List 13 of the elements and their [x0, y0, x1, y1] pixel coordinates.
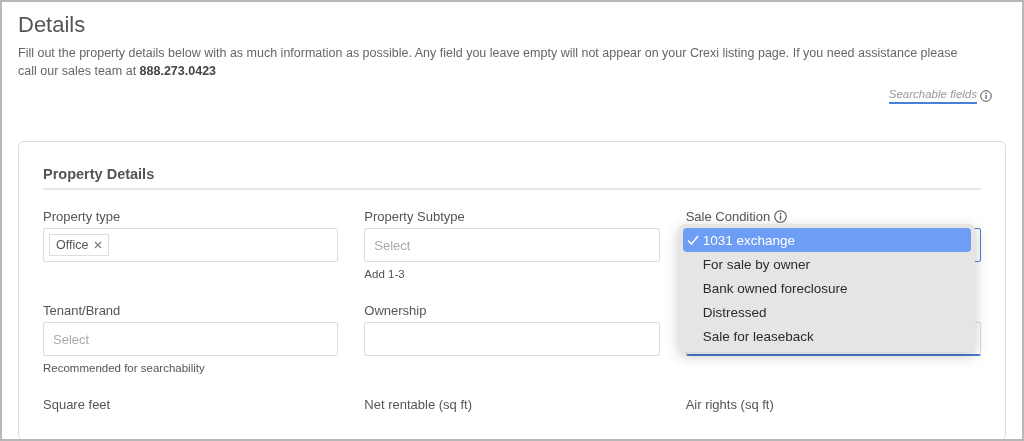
helper-text: Recommended for searchability	[43, 362, 206, 374]
field-label: Property type	[43, 208, 121, 224]
page-title: Details	[18, 11, 87, 39]
helper-text: Add 1-3	[364, 268, 406, 280]
field-label: Tenant/Brand	[43, 302, 121, 318]
field-label: Air rights (sq ft)	[685, 396, 774, 412]
description-text: Fill out the property details below with as much information as possible. Any field you leave empty will not appear on your Crexi listing page. If you need assistance please call our sales team at 888.273.0423	[18, 45, 959, 80]
field-label: Sale Condition	[685, 208, 771, 224]
field-label: Property Subtype	[364, 208, 465, 224]
field-label: Net rentable (sq ft)	[364, 396, 472, 412]
field-label: Square feet	[43, 396, 111, 412]
field-label: Ownership	[364, 302, 427, 318]
section-title: Property Details	[43, 166, 981, 190]
